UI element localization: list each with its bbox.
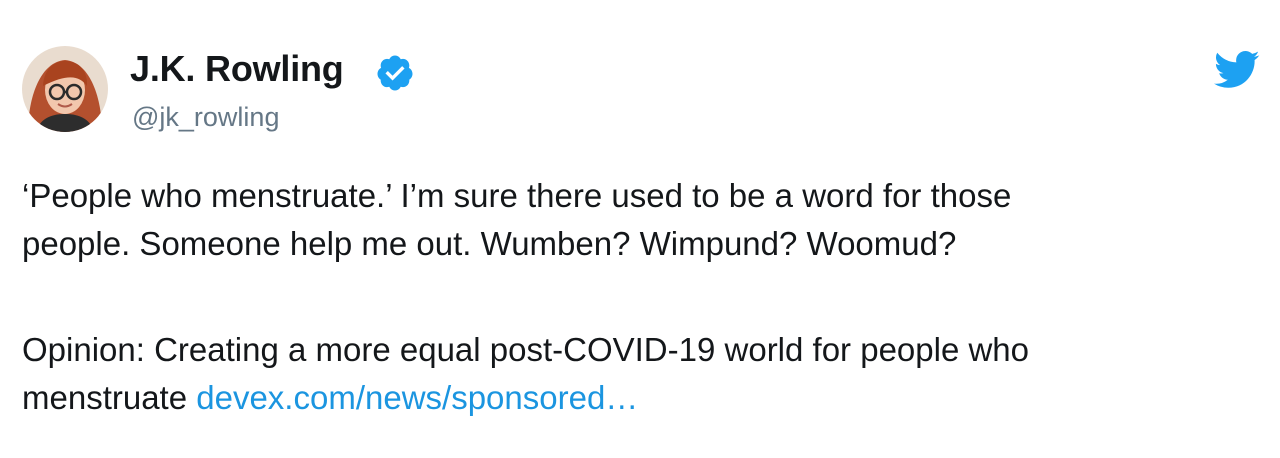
handle[interactable]: @jk_rowling (132, 102, 279, 133)
verified-badge-icon (377, 55, 413, 91)
tweet-text: ‘People who menstruate.’ I’m sure there … (22, 172, 1258, 422)
display-name[interactable]: J.K. Rowling (130, 48, 344, 90)
twitter-bird-icon[interactable] (1214, 50, 1260, 90)
tweet-card: J.K. Rowling @jk_rowling ‘People who men… (0, 0, 1280, 458)
tweet-paragraph-1: ‘People who menstruate.’ I’m sure there … (22, 177, 1012, 262)
article-link[interactable]: devex.com/news/sponsored… (196, 379, 638, 416)
tweet-paragraph-2: Opinion: Creating a more equal post-COVI… (22, 326, 1258, 422)
avatar-image (22, 46, 108, 132)
avatar[interactable] (22, 46, 108, 132)
